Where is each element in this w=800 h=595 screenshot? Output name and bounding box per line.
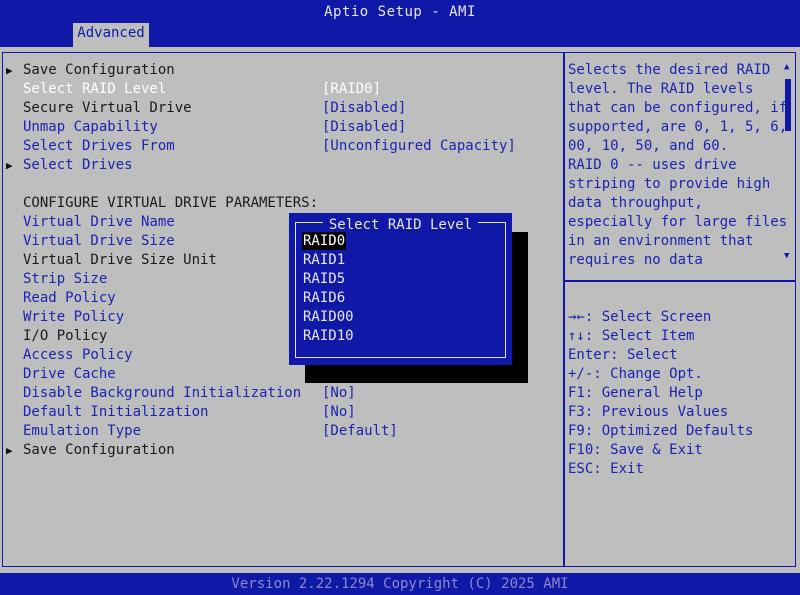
help-line: requires no data	[568, 252, 703, 268]
submenu-arrow-icon: ▶	[6, 159, 13, 172]
panel-divider	[563, 52, 565, 567]
menu-item-label: Strip Size	[23, 271, 108, 287]
menu-item-select-raid-level[interactable]: Select RAID Level [RAID0]	[0, 80, 560, 99]
raid-option-raid1[interactable]: RAID1	[303, 251, 345, 269]
menu-item-label: I/O Policy	[23, 328, 108, 344]
key-hint: F1: General Help	[568, 385, 703, 401]
menu-item-select-drives-from[interactable]: Select Drives From [Unconfigured Capacity…	[0, 137, 560, 156]
key-hint: F10: Save & Exit	[568, 442, 703, 458]
help-line: especially for large files	[568, 214, 788, 230]
menu-item-save-configuration[interactable]: ▶ Save Configuration	[0, 61, 560, 80]
help-line: supported, are 0, 1, 5, 6,	[568, 119, 788, 135]
key-hint: +/-: Change Opt.	[568, 366, 703, 382]
raid-option-raid0[interactable]: RAID0	[302, 232, 347, 250]
bios-screen: Aptio Setup - AMI Advanced ▶ Save Configu…	[0, 0, 800, 595]
menu-item-secure-virtual-drive: Secure Virtual Drive [Disabled]	[0, 99, 560, 118]
menu-item-label: Virtual Drive Name	[23, 214, 175, 230]
menu-item-unmap-capability[interactable]: Unmap Capability [Disabled]	[0, 118, 560, 137]
popup-title: Select RAID Level	[289, 214, 512, 233]
raid-level-popup: Select RAID Level RAID0 RAID1 RAID5 RAID6 RA…	[289, 213, 512, 365]
menu-item-value[interactable]: [RAID0]	[322, 80, 381, 99]
menu-item-label: Default Initialization	[23, 404, 209, 420]
menu-item-value[interactable]: [No]	[322, 403, 356, 422]
menu-item-label: CONFIGURE VIRTUAL DRIVE PARAMETERS:	[23, 195, 319, 211]
help-line: RAID 0 -- uses drive	[568, 157, 737, 173]
top-bar: Aptio Setup - AMI Advanced	[0, 0, 800, 47]
menu-item-label: Save Configuration	[23, 62, 175, 78]
menu-item-label: Disable Background Initialization	[23, 385, 302, 401]
key-hint: ↑↓: Select Item	[568, 328, 695, 344]
menu-item-value[interactable]: [No]	[322, 384, 356, 403]
submenu-arrow-icon: ▶	[6, 64, 13, 77]
help-divider	[565, 280, 796, 282]
menu-item-label: Virtual Drive Size Unit	[23, 252, 217, 268]
menu-item-label: Write Policy	[23, 309, 125, 325]
key-hint: F3: Previous Values	[568, 404, 729, 420]
submenu-arrow-icon: ▶	[6, 444, 13, 457]
app-title: Aptio Setup - AMI	[324, 4, 476, 20]
scroll-down-icon[interactable]: ▼	[784, 252, 789, 261]
menu-item-label: Save Configuration	[23, 442, 175, 458]
menu-item-value[interactable]: [Disabled]	[322, 118, 406, 137]
menu-item-configure-virtual-drive-parameters: CONFIGURE VIRTUAL DRIVE PARAMETERS:	[0, 194, 560, 213]
menu-item-label: Secure Virtual Drive	[23, 100, 192, 116]
menu-item-label: Read Policy	[23, 290, 116, 306]
menu-item-label: Drive Cache	[23, 366, 116, 382]
key-hint: Enter: Select	[568, 347, 678, 363]
key-hint: →←: Select Screen	[568, 309, 712, 325]
menu-item-label: Access Policy	[23, 347, 133, 363]
help-line: striping to provide high	[568, 176, 771, 192]
menu-item-label: Select RAID Level	[23, 81, 167, 97]
menu-item-label: Emulation Type	[23, 423, 142, 439]
help-scrollbar[interactable]: ▲ ▼	[784, 63, 792, 263]
help-panel: Selects the desired RAID level. The RAID …	[568, 61, 788, 270]
scroll-up-icon[interactable]: ▲	[784, 63, 789, 72]
menu-item-disable-background-initialization[interactable]: Disable Background Initialization [No]	[0, 384, 560, 403]
popup-title-text: Select RAID Level	[322, 217, 479, 233]
menu-item-label: Virtual Drive Size	[23, 233, 175, 249]
menu-item-label: Select Drives From	[23, 138, 175, 154]
menu-item-select-drives[interactable]: ▶ Select Drives	[0, 156, 560, 175]
menu-item-save-configuration[interactable]: ▶ Save Configuration	[0, 441, 560, 460]
raid-option-raid5[interactable]: RAID5	[303, 270, 345, 288]
menu-item-label: Select Drives	[23, 157, 133, 173]
menu-item-emulation-type[interactable]: Emulation Type [Default]	[0, 422, 560, 441]
menu-item-default-initialization[interactable]: Default Initialization [No]	[0, 403, 560, 422]
raid-option-raid6[interactable]: RAID6	[303, 289, 345, 307]
key-hint: F9: Optimized Defaults	[568, 423, 754, 439]
bottom-bar: Version 2.22.1294 Copyright (C) 2025 AMI	[0, 573, 800, 595]
help-line: data throughput,	[568, 195, 703, 211]
menu-item-value[interactable]: [Default]	[322, 422, 398, 441]
menu-item-value[interactable]: [Disabled]	[322, 99, 406, 118]
help-line: Selects the desired RAID	[568, 62, 771, 78]
menu-item-label: Unmap Capability	[23, 119, 158, 135]
raid-option-raid00[interactable]: RAID00	[303, 308, 354, 326]
help-line: that can be configured, if	[568, 100, 788, 116]
help-line: level. The RAID levels	[568, 81, 754, 97]
menu-spacer	[0, 175, 560, 194]
key-hint: ESC: Exit	[568, 461, 644, 477]
version-text: Version 2.22.1294 Copyright (C) 2025 AMI	[231, 576, 569, 592]
help-line: in an environment that	[568, 233, 754, 249]
tab-advanced[interactable]: Advanced	[73, 23, 149, 47]
raid-option-raid10[interactable]: RAID10	[303, 327, 354, 345]
menu-item-value[interactable]: [Unconfigured Capacity]	[322, 137, 516, 156]
scroll-thumb[interactable]	[785, 79, 791, 131]
help-line: 00, 10, 50, and 60.	[568, 138, 729, 154]
key-legend: →←: Select Screen ↑↓: Select Item Enter: S…	[568, 308, 788, 479]
